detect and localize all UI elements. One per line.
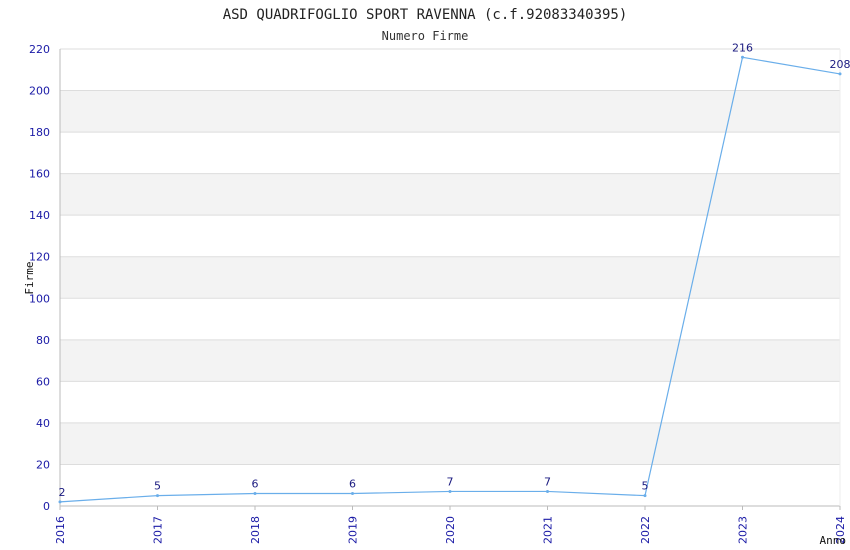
data-point (58, 500, 62, 504)
y-tick-label: 60 (36, 375, 50, 388)
data-point (253, 492, 257, 496)
x-tick-label: 2018 (249, 516, 262, 544)
plot-band (60, 173, 840, 216)
data-point (838, 72, 842, 76)
y-tick-label: 200 (29, 85, 50, 98)
y-tick-label: 180 (29, 126, 50, 139)
y-axis-label: Firme (23, 261, 36, 294)
data-label: 6 (349, 478, 356, 491)
data-point (546, 489, 549, 493)
x-tick-label: 2021 (542, 516, 555, 544)
x-axis-label: Anno (820, 534, 847, 547)
x-tick-label: 2019 (347, 516, 360, 544)
y-tick-label: 160 (29, 168, 50, 181)
data-label: 208 (830, 58, 850, 71)
data-point (741, 55, 744, 59)
data-point (156, 494, 159, 498)
x-tick-labels: 2016 2017 2018 2019 2020 2021 2022 2023 2024 (54, 506, 847, 544)
data-point (643, 494, 647, 498)
plot-band (60, 339, 840, 382)
y-tick-label: 80 (36, 334, 50, 347)
plot-band (60, 422, 840, 465)
x-tick-label: 2020 (444, 516, 457, 544)
x-tick-label: 2023 (737, 516, 750, 544)
plot-band (60, 90, 840, 133)
data-point (448, 489, 452, 493)
y-tick-label: 0 (43, 500, 50, 513)
x-tick-label: 2017 (152, 516, 165, 544)
x-tick-label: 2016 (54, 516, 67, 544)
data-label: 2 (59, 486, 66, 499)
line-chart: 020406080100120140160180200220 2016 2017 2… (23, 7, 850, 547)
data-label: 7 (544, 475, 551, 488)
chart-subtitle: Numero Firme (382, 29, 469, 43)
data-point (351, 492, 354, 496)
y-tick-label: 220 (29, 43, 50, 56)
y-tick-label: 40 (36, 417, 50, 430)
x-tick-label: 2022 (639, 516, 652, 544)
data-label: 5 (642, 480, 649, 493)
data-label: 216 (732, 41, 753, 54)
chart-title: ASD QUADRIFOGLIO SPORT RAVENNA (c.f.9208… (223, 7, 628, 23)
data-label: 7 (447, 475, 454, 488)
y-tick-label: 20 (36, 458, 50, 471)
data-label: 5 (154, 480, 161, 493)
plot-band (60, 256, 840, 299)
y-tick-label: 140 (29, 209, 50, 222)
data-label: 6 (252, 478, 259, 491)
